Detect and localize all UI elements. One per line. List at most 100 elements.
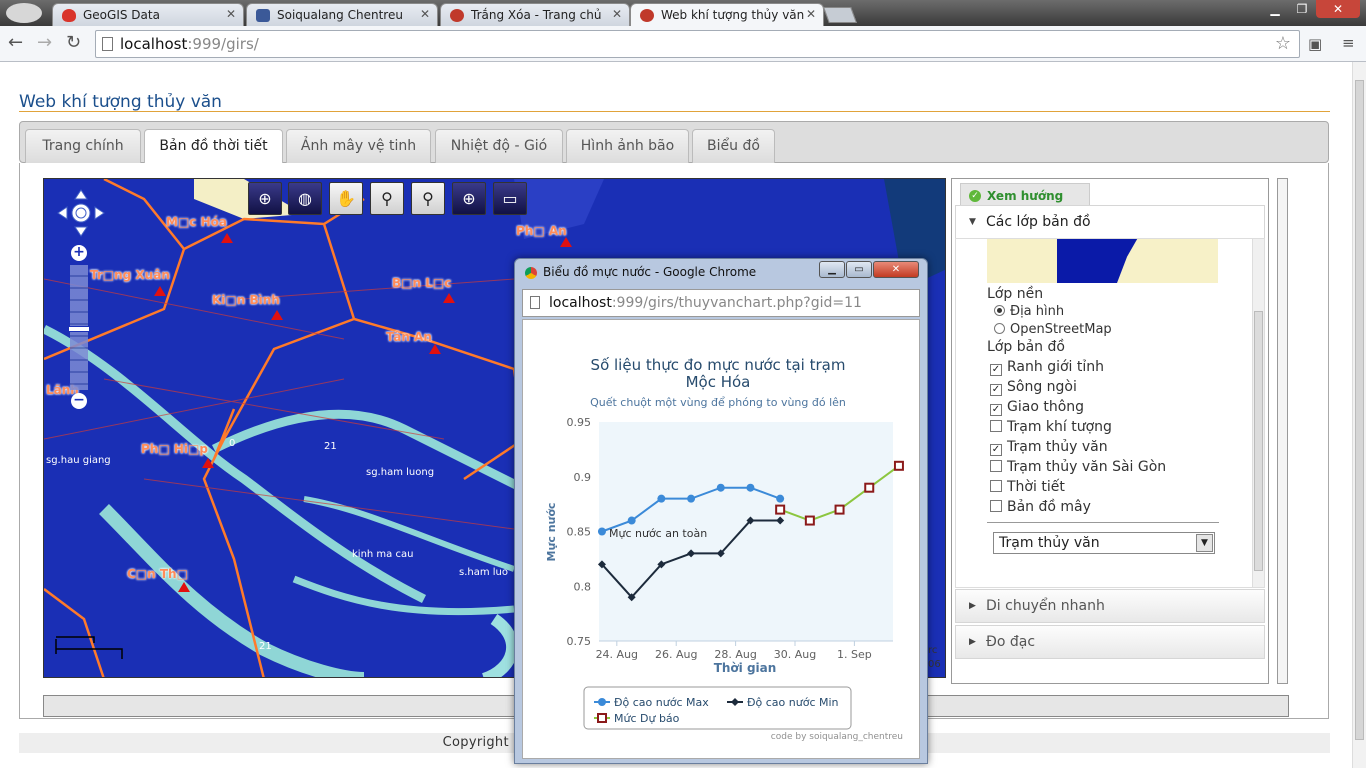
browser-tab-trangxoa[interactable]: Trắng Xóa - Trang chủ ✕ bbox=[440, 3, 630, 26]
x-tick-label: 26. Aug bbox=[655, 648, 697, 661]
layer-checkbox[interactable]: Trạm khí tượng bbox=[990, 419, 1112, 435]
map-station-label: Ph□ An bbox=[516, 224, 567, 238]
map-edge-text: rc bbox=[928, 645, 938, 656]
divider bbox=[987, 522, 1219, 523]
layer-checkbox[interactable]: ✓ Sông ngòi bbox=[990, 379, 1077, 396]
y-tick-label: 0.8 bbox=[574, 580, 592, 593]
chevron-down-icon[interactable]: ▼ bbox=[1196, 534, 1213, 552]
maximize-button[interactable]: ❐ bbox=[1289, 0, 1315, 18]
zoom-in-button[interactable]: + bbox=[71, 245, 87, 261]
chrome-icon bbox=[525, 267, 537, 279]
browser-tab-title: GeoGIS Data bbox=[83, 8, 160, 22]
tab-ban-do-thoi-tiet[interactable]: Bản đồ thời tiết bbox=[144, 129, 283, 164]
hand-icon[interactable]: ✋ bbox=[329, 182, 363, 215]
minimap-preview bbox=[987, 239, 1218, 283]
tab-anh-may-ve-tinh[interactable]: Ảnh mây vệ tinh bbox=[286, 129, 431, 163]
data-point bbox=[687, 494, 696, 503]
pan-control[interactable] bbox=[56, 188, 106, 238]
forward-icon[interactable]: → bbox=[37, 32, 52, 53]
triangle-down-icon: ▼ bbox=[969, 217, 976, 227]
close-icon[interactable]: ✕ bbox=[612, 7, 622, 21]
map-road-number: 21 bbox=[259, 641, 272, 652]
y-tick-label: 0.85 bbox=[567, 526, 592, 539]
new-tab-button[interactable] bbox=[823, 7, 857, 23]
title-divider bbox=[19, 111, 1330, 112]
address-bar[interactable]: localhost:999/girs/ ☆ bbox=[95, 30, 1300, 58]
layer-sidebar: ✓ Xem hướng dẫn ▼ Các lớp bản đồ Lớp nền… bbox=[951, 178, 1269, 684]
browser-tab-facebook[interactable]: Soiqualang Chentreu ✕ bbox=[246, 3, 438, 26]
layer-checkbox[interactable]: Bản đồ mây bbox=[990, 499, 1091, 515]
legend-marker bbox=[598, 698, 606, 706]
zoom-out-button[interactable]: − bbox=[71, 393, 87, 409]
sidebar-splitter[interactable] bbox=[1277, 178, 1288, 684]
zoom-in-icon[interactable]: ⚲ bbox=[411, 182, 445, 215]
map-edge-text: 06 bbox=[928, 659, 941, 670]
popup-url-path: :999/girs/thuyvanchart.php?gid=11 bbox=[611, 295, 862, 311]
menu-icon[interactable]: ≡ bbox=[1342, 34, 1355, 52]
x-axis-title: Thời gian bbox=[714, 661, 777, 675]
tab-nhiet-do-gio[interactable]: Nhiệt độ - Gió bbox=[435, 129, 563, 163]
layer-checkbox[interactable]: ✓ Ranh giới tỉnh bbox=[990, 359, 1104, 376]
map-station-label: Ki□n Bình bbox=[212, 293, 280, 307]
print-icon[interactable]: ▭ bbox=[493, 182, 527, 215]
triangle-right-icon: ▶ bbox=[969, 637, 976, 647]
chart-title: Số liệu thực đo mực nước tại trạm bbox=[591, 356, 846, 374]
facebook-icon bbox=[256, 9, 270, 22]
minimize-button[interactable]: ▁ bbox=[1262, 0, 1288, 18]
station-type-select[interactable]: Trạm thủy văn ▼ bbox=[993, 532, 1215, 554]
layer-checkbox[interactable]: Thời tiết bbox=[990, 479, 1065, 495]
popup-minimize-button[interactable]: ▁ bbox=[819, 261, 845, 278]
heart-icon bbox=[62, 9, 76, 22]
base-layer-radio[interactable]: OpenStreetMap bbox=[994, 322, 1112, 337]
close-icon[interactable]: ✕ bbox=[420, 7, 430, 21]
popup-address-bar[interactable]: localhost:999/girs/thuyvanchart.php?gid=… bbox=[522, 289, 920, 317]
browser-tab-active[interactable]: Web khí tượng thủy văn ✕ bbox=[630, 3, 824, 26]
browser-tab-title: Web khí tượng thủy văn bbox=[661, 8, 805, 22]
data-point bbox=[893, 460, 904, 471]
zoom-out-icon[interactable]: ⚲ bbox=[370, 182, 404, 215]
panel-scrollbar[interactable] bbox=[1252, 239, 1264, 587]
water-level-chart[interactable]: Số liệu thực đo mực nước tại trạm Mộc Hó… bbox=[523, 320, 919, 758]
tab-hinh-anh-bao[interactable]: Hình ảnh bão bbox=[566, 129, 689, 163]
triangle-right-icon: ▶ bbox=[969, 601, 976, 611]
data-point bbox=[804, 515, 815, 526]
layer-checkbox[interactable]: ✓ Giao thông bbox=[990, 399, 1084, 416]
measure-icon[interactable]: ⊕ bbox=[452, 182, 486, 215]
globe-icon[interactable]: ◍ bbox=[288, 182, 322, 215]
popup-close-button[interactable]: ✕ bbox=[873, 261, 919, 278]
close-icon[interactable]: ✕ bbox=[806, 7, 816, 21]
accordion-layers[interactable]: ▼ Các lớp bản đồ bbox=[955, 205, 1265, 239]
extension-icon[interactable]: ▣ bbox=[1308, 35, 1322, 53]
layer-checkbox[interactable]: ✓ Trạm thủy văn bbox=[990, 439, 1108, 456]
legend-label: Độ cao nước Max bbox=[614, 696, 709, 709]
layer-checkbox[interactable]: Trạm thủy văn Sài Gòn bbox=[990, 459, 1166, 475]
bookmark-star-icon[interactable]: ☆ bbox=[1275, 31, 1291, 57]
browser-tab-title: Trắng Xóa - Trang chủ bbox=[471, 8, 602, 22]
browser-tab-geogis[interactable]: GeoGIS Data ✕ bbox=[52, 3, 244, 26]
page-scrollbar[interactable] bbox=[1352, 62, 1366, 768]
zoom-box-icon[interactable]: ⊕ bbox=[248, 182, 282, 215]
reload-icon[interactable]: ↻ bbox=[66, 32, 81, 53]
data-point bbox=[597, 527, 606, 536]
data-point bbox=[627, 516, 636, 525]
url-host: localhost bbox=[120, 35, 188, 53]
tab-trang-chinh[interactable]: Trang chính bbox=[25, 129, 141, 163]
window-close-button[interactable]: ✕ bbox=[1316, 0, 1360, 18]
browser-toolbar: ← → ↻ localhost:999/girs/ ☆ ▣ ≡ bbox=[0, 26, 1366, 62]
zoom-slider[interactable]: + − bbox=[68, 245, 90, 410]
accordion-measure[interactable]: ▶ Đo đạc bbox=[955, 625, 1265, 659]
layers-panel: Lớp nền Địa hình OpenStreetMap Lớp bản đ… bbox=[955, 238, 1265, 588]
base-layer-radio[interactable]: Địa hình bbox=[994, 304, 1064, 319]
map-river-label: s.ham luo bbox=[459, 567, 509, 578]
accordion-quick-move[interactable]: ▶ Di chuyển nhanh bbox=[955, 589, 1265, 623]
base-layer-title: Lớp nền bbox=[987, 286, 1044, 302]
chart-popup-window[interactable]: Biểu đồ mực nước - Google Chrome ▁ ▭ ✕ l… bbox=[514, 258, 928, 764]
back-icon[interactable]: ← bbox=[8, 32, 23, 53]
popup-maximize-button[interactable]: ▭ bbox=[846, 261, 872, 278]
guide-tab[interactable]: ✓ Xem hướng dẫn bbox=[960, 183, 1090, 227]
close-icon[interactable]: ✕ bbox=[226, 7, 236, 21]
page-icon bbox=[530, 296, 540, 309]
safe-level-annotation: Mực nước an toàn bbox=[609, 527, 707, 540]
tab-bieu-do[interactable]: Biểu đồ bbox=[692, 129, 775, 163]
zoom-handle[interactable] bbox=[68, 326, 90, 332]
